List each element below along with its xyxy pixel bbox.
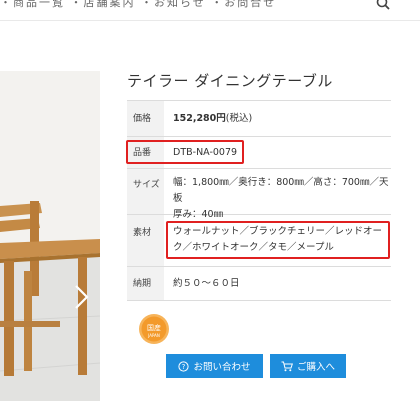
- product-title: テイラー ダイニングテーブル: [127, 72, 333, 90]
- top-navigation: ・商品一覧 ・店舗案内 ・お知らせ ・お問合せ: [0, 0, 420, 21]
- badge-bottom-text: JAPAN: [147, 333, 160, 338]
- price-label: 価格: [127, 101, 164, 136]
- nav-links[interactable]: ・商品一覧 ・店舗案内 ・お知らせ ・お問合せ: [0, 0, 276, 10]
- search-icon[interactable]: [376, 0, 390, 10]
- cart-icon: [281, 361, 293, 371]
- delivery-value: 約５０～６０日: [173, 278, 240, 289]
- spec-table: 価格 152,280円(税込) 品番 DTB-NA-0079 サイズ 幅：1,8…: [127, 100, 391, 301]
- highlight-box-material: [166, 221, 390, 259]
- price-value: 152,280円: [173, 113, 226, 124]
- product-photo-illustration: [0, 71, 100, 401]
- highlight-box-code: [126, 140, 244, 164]
- svg-text:?: ?: [182, 363, 186, 371]
- chevron-right-icon[interactable]: [72, 284, 90, 310]
- spec-row-size: サイズ 幅：1,800㎜／奥行き：800㎜／高さ：700㎜／天板 厚み：40㎜: [127, 169, 391, 220]
- size-line-1: 幅：1,800㎜／奥行き：800㎜／高さ：700㎜／天板: [173, 177, 389, 204]
- inquiry-button-label: お問い合わせ: [193, 362, 251, 373]
- product-photo: [0, 71, 100, 401]
- purchase-button[interactable]: ご購入へ: [270, 354, 346, 378]
- spec-row-delivery: 納期 約５０～６０日: [127, 267, 391, 301]
- badge-top-text: 国産: [147, 323, 161, 332]
- question-circle-icon: ?: [178, 360, 190, 372]
- material-label: 素材: [127, 215, 164, 266]
- made-in-japan-badge: 国産 JAPAN: [139, 314, 169, 344]
- purchase-button-label: ご購入へ: [296, 362, 335, 373]
- price-tax: (税込): [225, 113, 253, 124]
- inquiry-button[interactable]: ? お問い合わせ: [166, 354, 263, 378]
- delivery-label: 納期: [127, 267, 164, 300]
- price-value-wrapper: 152,280円(税込): [173, 111, 391, 127]
- spec-row-price: 価格 152,280円(税込): [127, 101, 391, 137]
- size-label: サイズ: [127, 169, 164, 214]
